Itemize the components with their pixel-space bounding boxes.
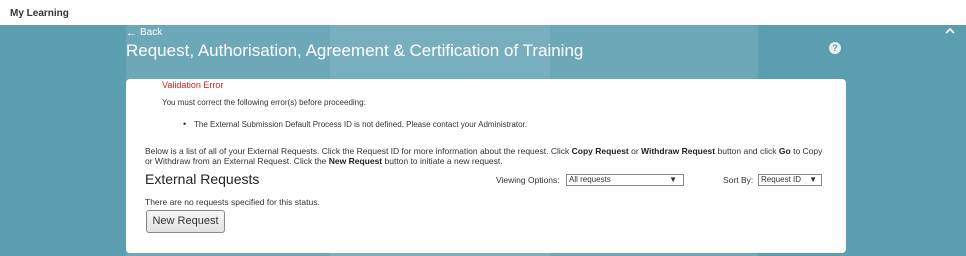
instructions-part: button to initiate a new request.: [382, 156, 503, 166]
section-title: External Requests: [145, 171, 260, 187]
validation-error-title: Validation Error: [162, 80, 224, 90]
page-title: Request, Authorisation, Agreement & Cert…: [126, 41, 584, 60]
back-link[interactable]: ← Back: [126, 27, 162, 38]
instructions-part: or: [628, 146, 642, 156]
new-request-button[interactable]: New Request: [146, 210, 225, 233]
instructions-go: Go: [778, 146, 791, 156]
sort-by-label: Sort By:: [723, 175, 754, 185]
instructions-new-request: New Request: [328, 156, 383, 166]
viewing-options-value: All requests: [569, 175, 611, 184]
instructions-part: button and click: [715, 146, 779, 156]
back-arrow-icon: ←: [126, 26, 137, 39]
back-label: Back: [140, 27, 163, 38]
content-panel: Validation Error You must correct the fo…: [126, 79, 846, 253]
dropdown-caret-icon: ▼: [669, 175, 677, 184]
viewing-options-label: Viewing Options:: [496, 175, 560, 185]
validation-error-message: You must correct the following error(s) …: [162, 98, 366, 107]
instructions-text: Below is a list of all of your External …: [145, 146, 825, 166]
sort-by-value: Request ID: [761, 175, 802, 184]
app-title: My Learning: [10, 8, 69, 19]
header-banner: ← Back Request, Authorisation, Agreement…: [0, 25, 966, 256]
chevron-up-icon[interactable]: [944, 25, 956, 37]
sort-by-select[interactable]: Request ID ▼: [758, 174, 822, 186]
instructions-part: Below is a list of all of your External …: [145, 146, 572, 156]
validation-error-item: The External Submission Default Process …: [183, 119, 527, 129]
empty-state-message: There are no requests specified for this…: [145, 197, 320, 207]
top-bar: My Learning: [0, 0, 966, 25]
help-icon[interactable]: ?: [829, 42, 841, 54]
instructions-withdraw-request: Withdraw Request: [641, 146, 716, 156]
dropdown-caret-icon: ▼: [809, 175, 817, 184]
viewing-options-select[interactable]: All requests ▼: [566, 174, 684, 186]
instructions-copy-request: Copy Request: [571, 146, 629, 156]
